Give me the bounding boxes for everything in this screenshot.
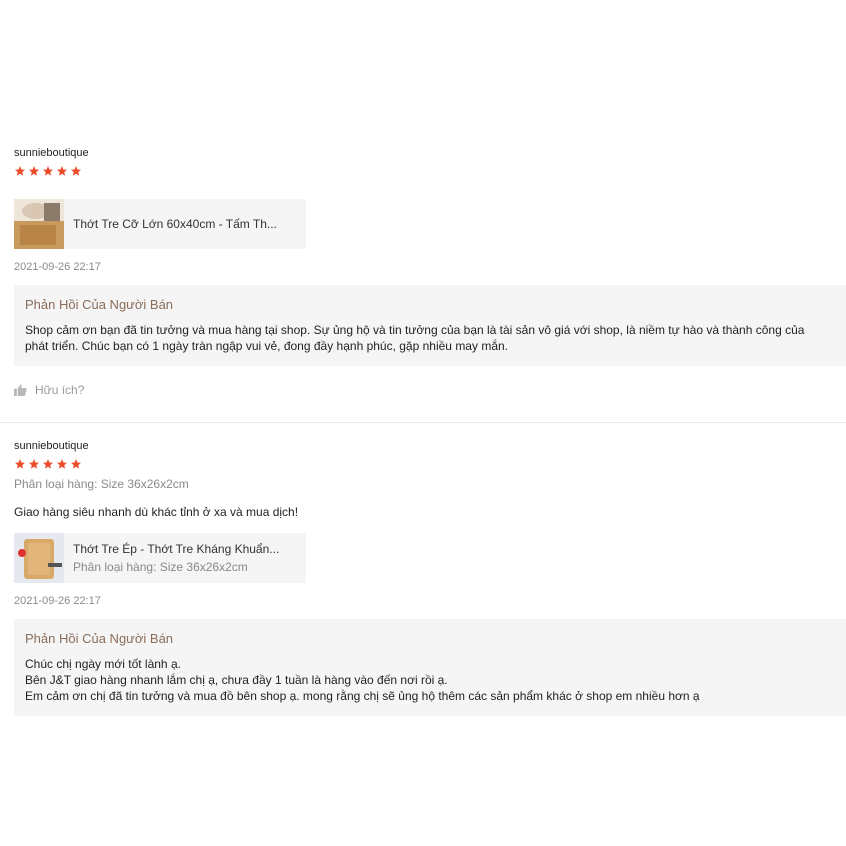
- star-icon: [15, 166, 25, 176]
- rating-stars: [14, 165, 846, 179]
- star-icon: [43, 166, 53, 176]
- product-name: Thớt Tre Ép - Thớt Tre Kháng Khuẩn...: [73, 542, 280, 556]
- seller-reply-title: Phản Hồi Của Người Bán: [25, 631, 174, 646]
- review-item: sunnieboutique Phân loại hàng: Size 36x2…: [14, 439, 846, 716]
- helpful-label: Hữu ích?: [35, 383, 85, 397]
- star-icon: [71, 459, 81, 469]
- star-icon: [57, 459, 67, 469]
- seller-reply-line: Bên J&T giao hàng nhanh lắm chị ạ, chưa …: [25, 673, 448, 687]
- thumbs-up-icon: [14, 384, 27, 396]
- review-timestamp: 2021-09-26 22:17: [14, 261, 101, 273]
- seller-reply-line: Em cảm ơn chị đã tin tưởng và mua đồ bên…: [25, 689, 700, 703]
- product-thumbnail: [14, 199, 64, 249]
- star-icon: [29, 459, 39, 469]
- seller-reply: Phản Hồi Của Người Bán Chúc chị ngày mới…: [14, 619, 846, 716]
- product-card[interactable]: Thớt Tre Ép - Thớt Tre Kháng Khuẩn... Ph…: [14, 533, 306, 583]
- seller-reply-title: Phản Hồi Của Người Bán: [25, 297, 174, 312]
- review-timestamp: 2021-09-26 22:17: [14, 595, 101, 607]
- star-icon: [71, 166, 81, 176]
- seller-reply: Phản Hồi Của Người Bán Shop cảm ơn bạn đ…: [14, 285, 846, 366]
- review-divider: [0, 422, 846, 423]
- seller-reply-line: Chúc chị ngày mới tốt lành ạ.: [25, 657, 181, 671]
- review-variation: Phân loại hàng: Size 36x26x2cm: [14, 477, 189, 491]
- helpful-button[interactable]: Hữu ích?: [14, 383, 846, 397]
- product-name: Thớt Tre Cỡ Lớn 60x40cm - Tấm Th...: [73, 217, 277, 231]
- product-thumbnail: [14, 533, 64, 583]
- star-icon: [29, 166, 39, 176]
- review-item: sunnieboutique Thớt Tre Cỡ Lớn 60x40cm -…: [14, 146, 846, 397]
- reviewer-username: sunnieboutique: [14, 440, 89, 452]
- seller-reply-line: phát triển. Chúc bạn có 1 ngày tràn ngập…: [25, 339, 508, 353]
- review-comment: Giao hàng siêu nhanh dù khác tỉnh ở xa v…: [14, 505, 299, 519]
- star-icon: [15, 459, 25, 469]
- seller-reply-line: Shop cảm ơn bạn đã tin tưởng và mua hàng…: [25, 323, 805, 337]
- seller-reply-body: Shop cảm ơn bạn đã tin tưởng và mua hàng…: [25, 322, 846, 354]
- star-icon: [43, 459, 53, 469]
- product-card[interactable]: Thớt Tre Cỡ Lớn 60x40cm - Tấm Th...: [14, 199, 306, 249]
- rating-stars: [14, 458, 846, 472]
- seller-reply-body: Chúc chị ngày mới tốt lành ạ. Bên J&T gi…: [25, 656, 846, 704]
- product-variation: Phân loại hàng: Size 36x26x2cm: [73, 560, 248, 574]
- reviewer-username: sunnieboutique: [14, 147, 89, 159]
- star-icon: [57, 166, 67, 176]
